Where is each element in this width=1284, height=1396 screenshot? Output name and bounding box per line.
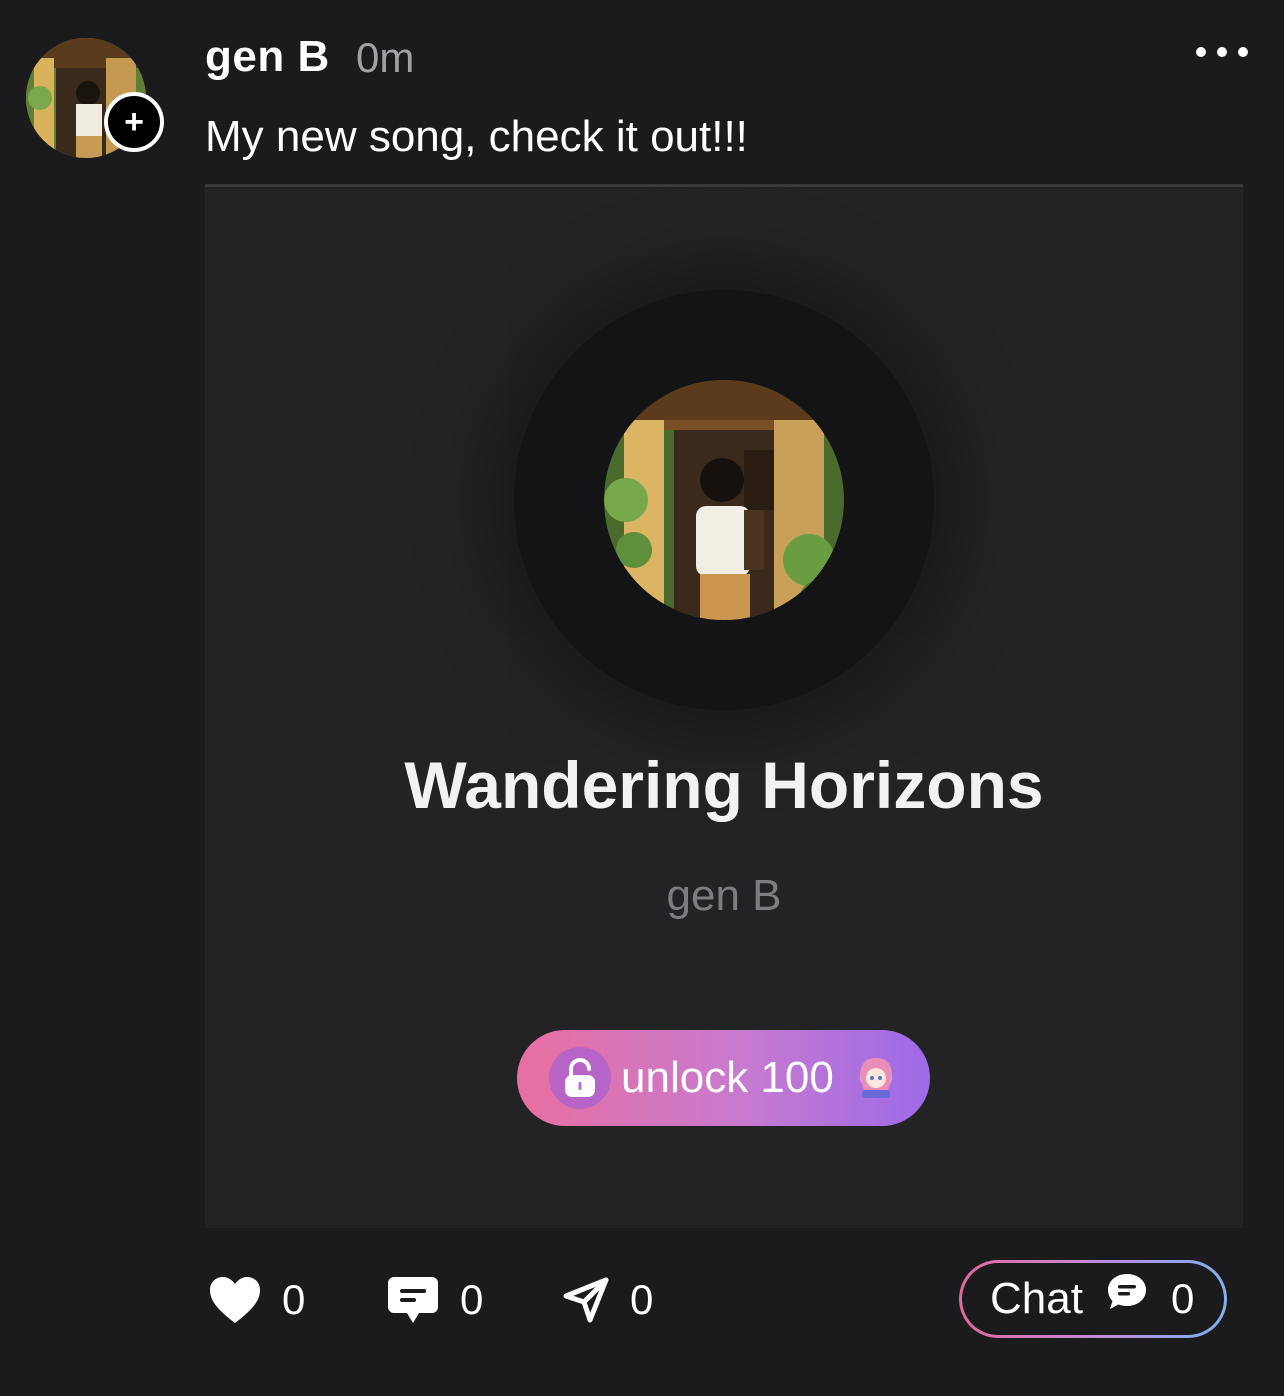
share-count: 0 bbox=[630, 1276, 654, 1323]
chat-count: 0 bbox=[1170, 1275, 1195, 1322]
chat-bubble-icon bbox=[1107, 1274, 1146, 1309]
post-caption: My new song, check it out!!! bbox=[205, 112, 748, 161]
post-card: + gen B 0m My new song, check it out!!! bbox=[0, 0, 1284, 1396]
author-name[interactable]: gen B bbox=[205, 32, 330, 82]
song-cover-art bbox=[604, 380, 844, 620]
lock-open-icon bbox=[549, 1047, 611, 1109]
post-timestamp: 0m bbox=[356, 34, 415, 81]
follow-plus-button[interactable]: + bbox=[104, 92, 164, 152]
song-card[interactable]: Wandering Horizons gen B unlock 100 bbox=[205, 187, 1243, 1228]
plus-icon: + bbox=[124, 103, 144, 141]
song-title: Wandering Horizons bbox=[404, 748, 1044, 822]
like-button[interactable]: 0 bbox=[208, 1272, 305, 1328]
comment-button[interactable]: 0 bbox=[386, 1272, 483, 1328]
more-options-button[interactable] bbox=[1196, 36, 1248, 68]
unlock-button[interactable]: unlock 100 bbox=[517, 1030, 930, 1126]
comment-icon bbox=[388, 1277, 438, 1323]
more-horizontal-icon bbox=[1196, 47, 1206, 57]
send-icon bbox=[563, 1277, 609, 1323]
heart-icon bbox=[210, 1277, 260, 1323]
vinyl-disc[interactable] bbox=[514, 290, 934, 710]
action-bar: 0 0 0 Chat 0 bbox=[0, 1256, 1284, 1346]
song-artist: gen B bbox=[666, 871, 782, 920]
comment-count: 0 bbox=[460, 1276, 484, 1323]
share-button[interactable]: 0 bbox=[562, 1272, 653, 1328]
like-count: 0 bbox=[282, 1276, 306, 1323]
chat-button[interactable]: Chat 0 bbox=[959, 1260, 1227, 1338]
chat-label: Chat bbox=[990, 1274, 1083, 1323]
unlock-label: unlock 100 bbox=[621, 1053, 834, 1102]
wibu-coin-icon bbox=[859, 1058, 892, 1098]
